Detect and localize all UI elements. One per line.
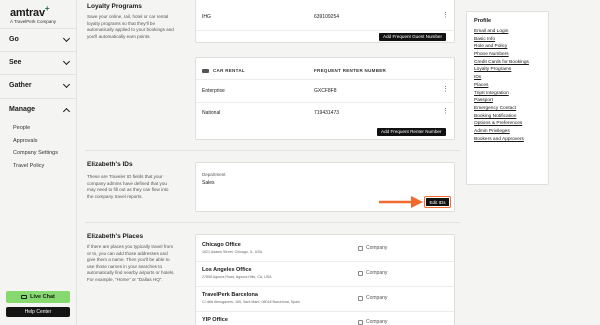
- places-title: Elizabeth's Places: [87, 233, 144, 240]
- nav-section-gather[interactable]: Gather: [0, 74, 77, 96]
- car-program-number: GXCF8F8: [314, 88, 337, 94]
- live-chat-label: Live Chat: [30, 294, 55, 300]
- chevron-down-icon: [62, 34, 71, 42]
- profile-link-booking-notification[interactable]: Booking Notification: [474, 113, 529, 121]
- frequent-renter-number-header: FREQUENT RENTER NUMBER: [314, 68, 387, 73]
- nav-section-label: See: [9, 59, 22, 66]
- place-name: Chicago Office: [202, 242, 241, 248]
- place-name: TravelPerk Barcelona: [202, 292, 258, 298]
- checkbox-icon: [358, 245, 363, 251]
- edit-ids-button[interactable]: Edit IDs: [426, 198, 449, 206]
- profile-nav-list: Email and Login Basic Info Role and Poli…: [474, 28, 529, 143]
- department-label: Department: [202, 172, 226, 177]
- more-options-icon[interactable]: ⋮: [442, 108, 449, 115]
- nav-section-go[interactable]: Go: [0, 28, 77, 50]
- hotel-program-number: 639109254: [314, 14, 340, 20]
- car-program-number: 719431473: [314, 110, 340, 116]
- more-options-icon[interactable]: ⋮: [442, 12, 449, 19]
- add-frequent-guest-number-button[interactable]: Add Frequent Guest Number: [379, 33, 446, 41]
- profile-link-basic-info[interactable]: Basic Info: [474, 36, 529, 44]
- checkbox-icon: [358, 295, 363, 301]
- profile-link-places[interactable]: Places: [474, 82, 529, 90]
- checkbox-icon: [358, 270, 363, 276]
- loyalty-description: Save your online, rail, hotel or car ren…: [87, 14, 174, 39]
- divider: [196, 311, 454, 312]
- profile-nav-title: Profile: [474, 18, 492, 24]
- nav-section-manage[interactable]: Manage: [0, 98, 77, 120]
- profile-link-emergency-contact[interactable]: Emergency Contact: [474, 105, 529, 113]
- places-description: If there are places you typically travel…: [87, 244, 175, 282]
- profile-nav: Profile Email and Login Basic Info Role …: [466, 11, 549, 185]
- divider: [196, 79, 454, 80]
- chevron-down-icon: [62, 80, 71, 88]
- chevron-up-icon: [62, 107, 71, 115]
- profile-link-loyalty-programs[interactable]: Loyalty Programs: [474, 66, 529, 74]
- profile-link-phone-numbers[interactable]: Phone Numbers: [474, 51, 529, 59]
- help-center-button[interactable]: Help Center: [6, 307, 70, 317]
- section-divider: [85, 222, 460, 223]
- divider: [196, 261, 454, 262]
- sidebar: amtrav+ A TravelPerk Company Go See Gath…: [0, 0, 77, 325]
- hotel-program-name: IHG: [202, 14, 211, 20]
- add-frequent-renter-number-button[interactable]: Add Frequent Renter Number: [377, 128, 446, 136]
- arrow-right-icon: [379, 196, 423, 208]
- place-address: C/ dels Almogàvers, 165, Sant Martí, 080…: [202, 300, 300, 304]
- profile-link-options-preferences[interactable]: Options & Preferences: [474, 120, 529, 128]
- sidebar-item-people[interactable]: People: [0, 122, 77, 135]
- loyalty-title: Loyalty Programs: [87, 3, 142, 10]
- manage-submenu: People Approvals Company Settings Travel…: [0, 122, 77, 172]
- profile-link-ids[interactable]: IDs: [474, 74, 529, 82]
- divider: [196, 286, 454, 287]
- car-program-name: National: [202, 110, 221, 116]
- amtrav-logo[interactable]: amtrav+ A TravelPerk Company: [10, 4, 70, 24]
- nav-section-see[interactable]: See: [0, 51, 77, 73]
- place-address: 27808 Agoura Road, Agoura Hills, CA, USA: [202, 275, 272, 279]
- sidebar-item-company-settings[interactable]: Company Settings: [0, 147, 77, 160]
- chat-icon: [21, 294, 28, 300]
- brand-plus: +: [44, 4, 50, 13]
- hotel-loyalty-card: IHG 639109254 ⋮ Add Frequent Guest Numbe…: [195, 0, 455, 43]
- department-value: Sales: [202, 180, 215, 186]
- divider: [196, 102, 454, 103]
- profile-link-credit-cards[interactable]: Credit Cards for Bookings: [474, 59, 529, 67]
- company-checkbox[interactable]: Company: [358, 270, 387, 276]
- car-icon: [202, 68, 209, 73]
- nav-section-label: Go: [9, 36, 19, 43]
- nav-section-label: Manage: [9, 106, 36, 113]
- profile-link-role-and-policy[interactable]: Role and Policy: [474, 43, 529, 51]
- car-rental-header: CAR RENTAL: [202, 68, 245, 73]
- profile-link-passport[interactable]: Passport: [474, 97, 529, 105]
- profile-link-admin-privileges[interactable]: Admin Privileges: [474, 128, 529, 136]
- place-address: 1621 Adams Street, Chicago, IL, USA: [202, 250, 263, 254]
- company-checkbox[interactable]: Company: [358, 245, 387, 251]
- more-options-icon[interactable]: ⋮: [442, 86, 449, 93]
- profile-link-email-and-login[interactable]: Email and Login: [474, 28, 529, 36]
- nav-section-label: Gather: [9, 82, 32, 89]
- ids-description: These are Traveler ID fields that your c…: [87, 174, 169, 199]
- profile-link-tripit-integration[interactable]: TripIt Integration: [474, 90, 529, 98]
- section-divider: [85, 150, 460, 151]
- live-chat-button[interactable]: Live Chat: [6, 291, 70, 303]
- car-program-name: Enterprise: [202, 88, 225, 94]
- divider: [196, 30, 454, 31]
- ids-title: Elizabeth's IDs: [87, 161, 133, 168]
- checkbox-icon: [358, 319, 363, 325]
- car-rental-card: CAR RENTAL FREQUENT RENTER NUMBER Enterp…: [195, 57, 455, 140]
- place-name: Los Angeles Office: [202, 267, 252, 273]
- company-checkbox[interactable]: Company: [358, 319, 387, 325]
- sidebar-item-approvals[interactable]: Approvals: [0, 135, 77, 148]
- company-checkbox[interactable]: Company: [358, 295, 387, 301]
- places-card: Chicago Office 1621 Adams Street, Chicag…: [195, 234, 455, 325]
- brand-tagline: A TravelPerk Company: [10, 19, 57, 24]
- profile-link-bookers-approvers[interactable]: Bookers and Approvers: [474, 136, 529, 144]
- chevron-down-icon: [62, 57, 71, 65]
- brand-name: amtrav: [10, 7, 45, 19]
- edit-ids-highlight: Edit IDs: [424, 196, 451, 208]
- sidebar-item-travel-policy[interactable]: Travel Policy: [0, 160, 77, 173]
- place-name: YIP Office: [202, 317, 228, 323]
